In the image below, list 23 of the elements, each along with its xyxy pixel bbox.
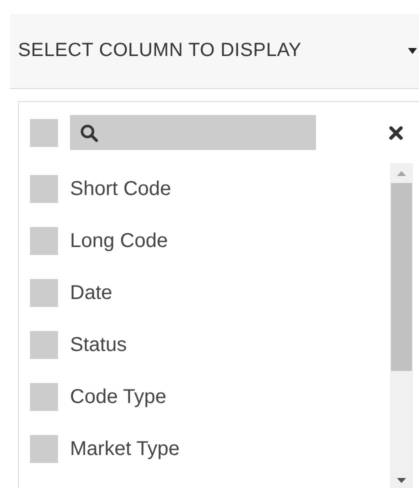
- scrollbar[interactable]: [390, 163, 413, 488]
- caret-icon[interactable]: [408, 48, 417, 54]
- scroll-down-icon[interactable]: [397, 478, 406, 483]
- checkbox[interactable]: [30, 331, 58, 359]
- checkbox[interactable]: [30, 227, 58, 255]
- column-option[interactable]: Short Code: [70, 178, 172, 200]
- checkbox[interactable]: [30, 175, 58, 203]
- checkbox[interactable]: [30, 383, 58, 411]
- dropdown-header[interactable]: SELECT COLUMN TO DISPLAY: [10, 14, 419, 89]
- column-option[interactable]: Market Type: [70, 438, 180, 460]
- checkbox[interactable]: [30, 118, 58, 146]
- column-option[interactable]: Date: [70, 282, 112, 304]
- column-option[interactable]: Status: [70, 334, 127, 356]
- dropdown-title: SELECT COLUMN TO DISPLAY: [18, 40, 302, 62]
- scroll-up-icon[interactable]: [397, 171, 406, 176]
- checkbox[interactable]: [30, 279, 58, 307]
- search-icon: [80, 124, 98, 142]
- close-icon[interactable]: [389, 126, 403, 140]
- column-option[interactable]: Code Type: [70, 386, 166, 408]
- search-field[interactable]: [70, 115, 316, 150]
- scrollbar-thumb[interactable]: [391, 183, 412, 371]
- checkbox[interactable]: [30, 435, 58, 463]
- column-option[interactable]: Long Code: [70, 230, 168, 252]
